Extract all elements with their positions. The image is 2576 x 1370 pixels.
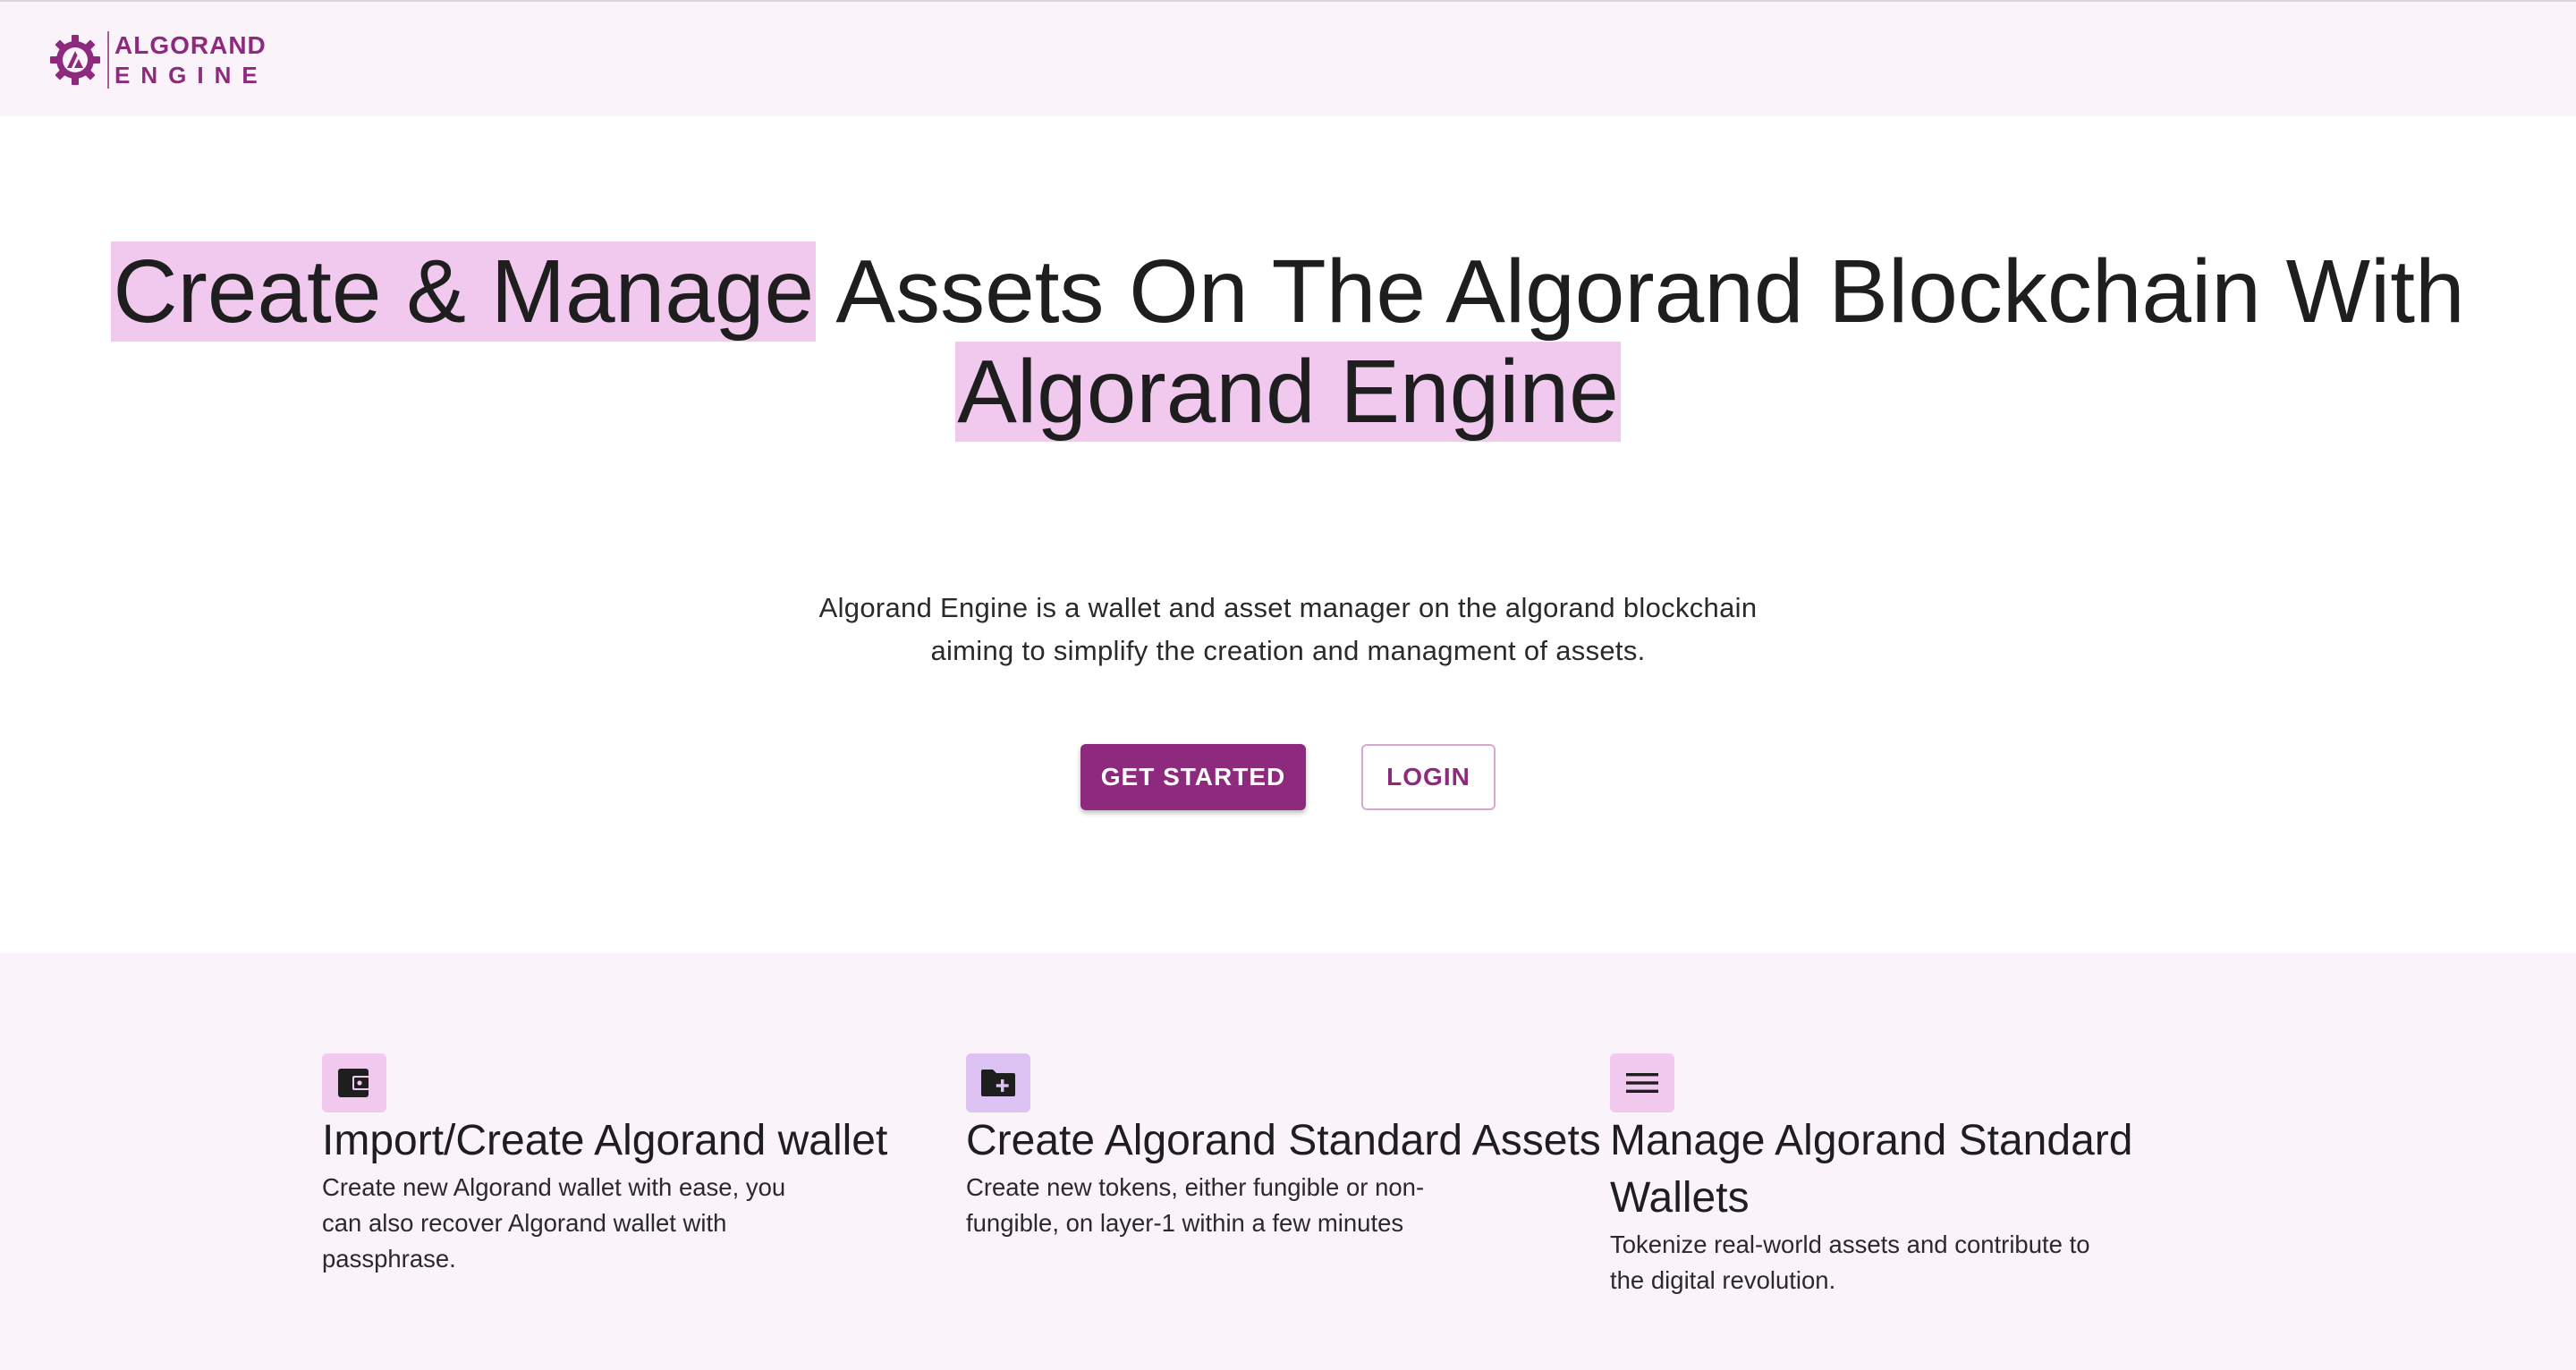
wallet-icon: [338, 1069, 370, 1097]
brand-wordmark: ALGORAND ENGINE: [114, 31, 268, 89]
navbar: ALGORAND ENGINE: [0, 2, 2576, 116]
brand-line-2: ENGINE: [114, 62, 268, 89]
feature-title: Manage Algorand Standard Wallets: [1610, 1117, 2133, 1222]
hero-subtitle: Algorand Engine is a wallet and asset ma…: [818, 592, 1758, 666]
login-button[interactable]: LOGIN: [1361, 744, 1496, 810]
feature-description: Tokenize real-world assets and contribut…: [1610, 1230, 2090, 1294]
feature-description: Create new tokens, either fungible or no…: [966, 1173, 1425, 1237]
feature-description: Create new Algorand wallet with ease, yo…: [322, 1173, 786, 1273]
menu-lines-icon: [1626, 1073, 1658, 1093]
hero-section: Create & Manage Assets On The Algorand B…: [0, 116, 2576, 953]
hero-title-plain: Assets On The Algorand Blockchain With: [816, 241, 2465, 342]
features-section: Import/Create Algorand wallet Create new…: [0, 953, 2576, 1370]
hero-title-highlight-2: Algorand Engine: [955, 342, 1621, 442]
logo-divider: [107, 31, 109, 89]
brand-line-1: ALGORAND: [114, 31, 267, 59]
brand-logo[interactable]: ALGORAND ENGINE: [48, 29, 268, 91]
feature-card-assets: Create Algorand Standard Assets Create n…: [966, 1053, 1610, 1241]
feature-title: Create Algorand Standard Assets: [966, 1117, 1601, 1164]
gear-logo-icon: [50, 35, 100, 85]
folder-plus-icon: [981, 1070, 1015, 1096]
feature-card-wallet: Import/Create Algorand wallet Create new…: [322, 1053, 966, 1277]
feature-icon-badge: [966, 1053, 1030, 1112]
hero-title-highlight-1: Create & Manage: [111, 241, 817, 342]
hero-title: Create & Manage Assets On The Algorand B…: [0, 241, 2576, 442]
feature-icon-badge: [322, 1053, 386, 1112]
feature-title: Import/Create Algorand wallet: [322, 1117, 888, 1164]
feature-card-manage: Manage Algorand Standard Wallets Tokeniz…: [1610, 1053, 2254, 1298]
get-started-button[interactable]: GET STARTED: [1080, 744, 1306, 810]
feature-icon-badge: [1610, 1053, 1674, 1112]
